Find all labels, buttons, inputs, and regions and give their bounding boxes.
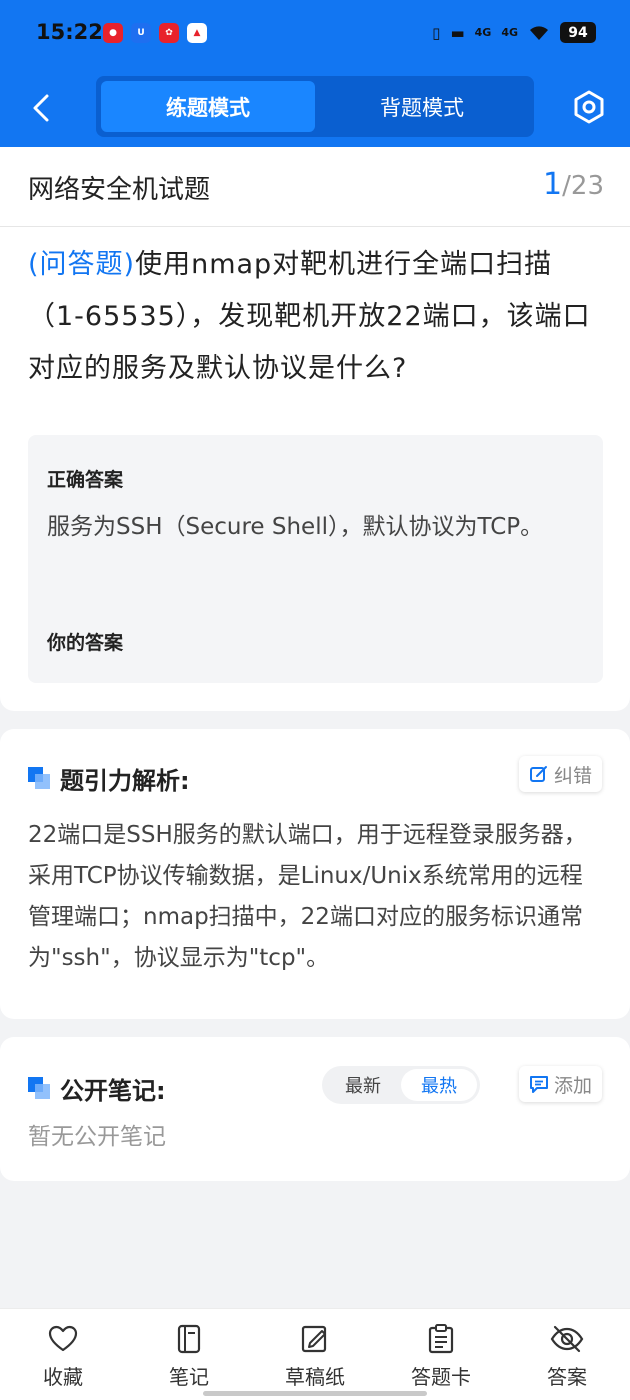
question-counter[interactable]: 1/23	[543, 167, 604, 202]
wifi-icon	[530, 25, 548, 40]
answer-sheet-icon	[428, 1324, 454, 1354]
correct-answer-label: 正确答案	[47, 469, 124, 491]
back-button[interactable]	[26, 88, 56, 128]
show-answer-label: 答案	[547, 1365, 587, 1389]
question-text-block: (问答题)使用nmap对靶机进行全端口扫描（1-65535），发现靶机开放22端…	[28, 239, 606, 395]
favorite-button[interactable]: 收藏	[13, 1323, 113, 1390]
notification-icons: ● U ✿ ▲	[103, 23, 207, 43]
comment-icon	[529, 1076, 548, 1093]
system-icons: ▯ ▬ 4G 4G 94	[432, 22, 596, 43]
correct-answer-text: 服务为SSH（Secure Shell），默认协议为TCP。	[47, 514, 544, 540]
signal-4g-icon-2: 4G	[501, 26, 518, 39]
analysis-title: 题引力解析:	[60, 767, 190, 795]
your-answer-label: 你的答案	[47, 632, 124, 654]
page-title: 网络安全机试题	[28, 175, 211, 205]
empty-notes-text: 暂无公开笔记	[28, 1124, 166, 1150]
vibrate-icon: ▯	[432, 23, 441, 42]
answer-sheet-label: 答题卡	[411, 1365, 471, 1389]
tab-memorize-mode[interactable]: 背题模式	[315, 81, 529, 132]
notebook-icon	[177, 1324, 201, 1354]
home-indicator[interactable]	[203, 1391, 427, 1396]
total-question-count: 23	[570, 171, 604, 201]
analysis-text: 22端口是SSH服务的默认端口，用于远程登录服务器，采用TCP协议传输数据，是L…	[28, 822, 587, 971]
tab-practice-mode[interactable]: 练题模式	[101, 81, 315, 132]
draft-paper-icon	[301, 1325, 327, 1353]
question-type: (问答题)	[28, 249, 136, 280]
edit-icon	[529, 766, 547, 782]
eye-hidden-icon	[550, 1325, 584, 1353]
sort-hottest[interactable]: 最热	[401, 1069, 477, 1101]
add-note-button[interactable]: 添加	[518, 1066, 602, 1102]
gear-icon	[574, 90, 604, 124]
notes-button[interactable]: 笔记	[139, 1323, 239, 1390]
answer-sheet-button[interactable]: 答题卡	[391, 1323, 491, 1390]
show-answer-button[interactable]: 答案	[517, 1323, 617, 1390]
bed-icon: ▬	[450, 23, 465, 42]
chevron-left-icon	[33, 94, 49, 122]
report-error-label: 纠错	[553, 764, 592, 787]
status-time: 15:22	[36, 20, 103, 44]
title-bar: 网络安全机试题 1/23	[0, 147, 630, 227]
a-app-icon: ▲	[187, 23, 207, 43]
answer-box: 正确答案 服务为SSH（Secure Shell），默认协议为TCP。 你的答案	[28, 435, 603, 683]
counter-separator: /	[562, 171, 571, 201]
add-note-label: 添加	[553, 1074, 592, 1097]
question-card: (问答题)使用nmap对靶机进行全端口扫描（1-65535），发现靶机开放22端…	[0, 227, 630, 711]
u-app-icon: U	[131, 23, 151, 43]
status-bar: 15:22 ● U ✿ ▲ ▯ ▬ 4G 4G 94	[0, 0, 630, 66]
xiaohongshu-app-icon: ●	[103, 23, 123, 43]
sort-newest[interactable]: 最新	[325, 1069, 401, 1101]
pdd-app-icon: ✿	[159, 23, 179, 43]
section-square-icon	[28, 1076, 52, 1101]
notes-label: 笔记	[169, 1365, 209, 1389]
notes-heading: 公开笔记:	[28, 1071, 166, 1106]
battery-indicator: 94	[560, 22, 596, 43]
notes-card: 公开笔记: 最新 最热 添加 暂无公开笔记	[0, 1037, 630, 1181]
bottom-toolbar: 收藏 笔记 草稿纸 答题卡 答案	[0, 1308, 630, 1400]
current-question-number: 1	[543, 167, 563, 202]
section-square-icon	[28, 766, 52, 791]
mode-switch: 练题模式 背题模式	[96, 76, 534, 137]
draft-paper-button[interactable]: 草稿纸	[265, 1323, 365, 1390]
app-header: 15:22 ● U ✿ ▲ ▯ ▬ 4G 4G 94 练题模式 背题模式	[0, 0, 630, 147]
heart-icon	[48, 1325, 78, 1352]
settings-button[interactable]	[570, 88, 608, 126]
draft-paper-label: 草稿纸	[285, 1365, 345, 1389]
favorite-label: 收藏	[43, 1365, 83, 1389]
analysis-card: 题引力解析: 纠错 22端口是SSH服务的默认端口，用于远程登录服务器，采用TC…	[0, 729, 630, 1019]
notes-sort-switch: 最新 最热	[322, 1066, 480, 1104]
report-error-button[interactable]: 纠错	[518, 756, 602, 792]
notes-title: 公开笔记:	[60, 1077, 166, 1105]
analysis-heading: 题引力解析:	[28, 761, 190, 796]
signal-4g-icon: 4G	[474, 26, 492, 39]
